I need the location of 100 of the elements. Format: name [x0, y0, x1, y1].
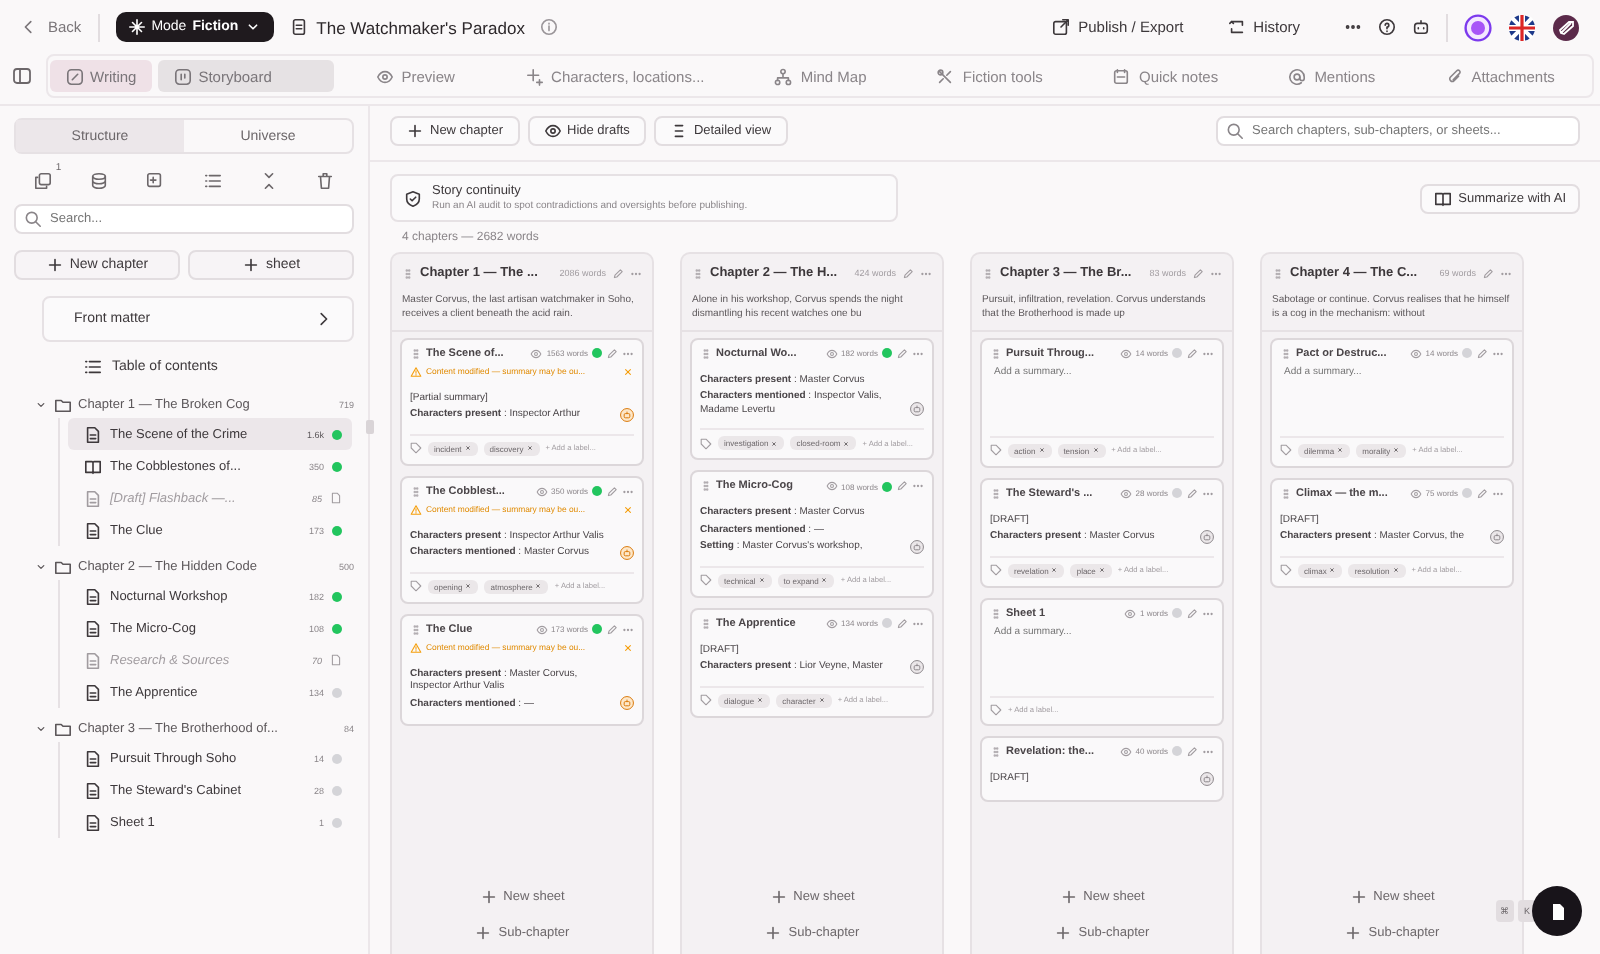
eye-icon[interactable] — [1119, 745, 1132, 757]
copy-icon[interactable] — [33, 172, 52, 190]
trash-icon[interactable] — [316, 172, 335, 190]
list-icon — [84, 358, 102, 376]
book-icon — [1434, 189, 1453, 207]
eye-icon[interactable] — [530, 347, 543, 359]
eye-icon[interactable] — [535, 485, 548, 497]
drag-handle-icon[interactable] — [692, 267, 704, 279]
draft-icon — [330, 492, 342, 504]
pencil-icon[interactable] — [606, 485, 618, 497]
pencil-icon[interactable] — [1482, 267, 1494, 279]
info-icon[interactable] — [540, 18, 559, 36]
drag-handle-icon[interactable] — [402, 267, 414, 279]
sparkle-icon — [127, 18, 146, 36]
tag-icon — [990, 444, 1002, 456]
help-icon[interactable] — [1378, 18, 1396, 36]
new-document-button[interactable] — [1532, 886, 1582, 936]
chevron-icon — [34, 559, 48, 573]
document-icon — [84, 489, 102, 507]
pencil-icon[interactable] — [1186, 745, 1198, 757]
sidebar-toggle-icon[interactable] — [12, 66, 32, 86]
eye-icon[interactable] — [1119, 487, 1132, 499]
resize-handle[interactable] — [366, 420, 374, 434]
pencil-icon[interactable] — [1476, 487, 1488, 499]
tag-icon — [990, 564, 1002, 576]
drag-handle-icon[interactable] — [410, 347, 422, 359]
plus-icon — [406, 122, 424, 140]
close-icon[interactable] — [622, 641, 634, 653]
plus-icon — [45, 256, 64, 274]
shield-icon — [404, 189, 422, 207]
eye-icon[interactable] — [1409, 487, 1422, 499]
avatar-icon[interactable] — [1464, 13, 1492, 41]
eye-icon — [375, 67, 394, 85]
eye-icon[interactable] — [825, 347, 838, 359]
pencil-icon[interactable] — [606, 347, 618, 359]
document-icon — [1547, 901, 1567, 921]
history-icon — [1227, 18, 1246, 36]
pencil-icon[interactable] — [896, 347, 908, 359]
document-icon — [84, 619, 102, 637]
project-title: The Watchmaker's Paradox — [316, 17, 525, 37]
tag-icon — [700, 437, 712, 449]
pencil-icon[interactable] — [902, 267, 914, 279]
eye-icon[interactable] — [1123, 607, 1136, 619]
drag-handle-icon[interactable] — [1280, 347, 1292, 359]
collapse-icon[interactable] — [259, 172, 278, 190]
folder-icon — [54, 719, 72, 737]
list-icon[interactable] — [203, 172, 222, 190]
warning-icon — [410, 641, 422, 653]
document-icon — [84, 683, 102, 701]
pencil-icon[interactable] — [1186, 487, 1198, 499]
close-icon[interactable] — [622, 503, 634, 515]
drag-handle-icon[interactable] — [410, 485, 422, 497]
eye-icon[interactable] — [825, 480, 838, 492]
pencil-icon[interactable] — [606, 623, 618, 635]
drag-handle-icon[interactable] — [1280, 487, 1292, 499]
plus-icon — [769, 888, 788, 906]
drag-handle-icon[interactable] — [700, 480, 712, 492]
eye-icon[interactable] — [535, 623, 548, 635]
drag-handle-icon[interactable] — [700, 347, 712, 359]
pen-icon — [66, 67, 84, 85]
drag-handle-icon[interactable] — [410, 623, 422, 635]
pencil-icon[interactable] — [1186, 347, 1198, 359]
plus-icon — [1344, 924, 1363, 942]
image-add-icon[interactable] — [146, 172, 165, 190]
tag-icon — [700, 574, 712, 586]
database-icon[interactable] — [89, 172, 108, 190]
document-icon — [84, 781, 102, 799]
warning-icon — [410, 503, 422, 515]
pencil-icon[interactable] — [1186, 607, 1198, 619]
chevron-right-icon — [314, 310, 332, 328]
robot-icon[interactable] — [1412, 18, 1430, 36]
pencil-icon[interactable] — [896, 480, 908, 492]
eye-icon[interactable] — [1409, 347, 1422, 359]
drag-handle-icon[interactable] — [700, 617, 712, 629]
pencil-icon[interactable] — [1476, 347, 1488, 359]
at-sign-icon — [1288, 67, 1307, 85]
drag-handle-icon[interactable] — [990, 487, 1002, 499]
drag-handle-icon[interactable] — [990, 607, 1002, 619]
eye-icon — [543, 122, 561, 140]
eye-icon[interactable] — [1119, 347, 1132, 359]
close-icon[interactable] — [622, 365, 634, 377]
plus-icon — [241, 256, 260, 274]
plus-icon — [1054, 924, 1073, 942]
pencil-icon[interactable] — [896, 617, 908, 629]
pencil-icon[interactable] — [1192, 267, 1204, 279]
plus-icon — [1349, 888, 1368, 906]
tag-icon — [410, 580, 422, 592]
eye-icon[interactable] — [825, 617, 838, 629]
drag-handle-icon[interactable] — [1272, 267, 1284, 279]
tag-icon — [1280, 444, 1292, 456]
drag-handle-icon[interactable] — [990, 347, 1002, 359]
document-icon — [84, 425, 102, 443]
drag-handle-icon[interactable] — [982, 267, 994, 279]
list-icon — [669, 122, 688, 140]
pencil-icon[interactable] — [612, 267, 624, 279]
folder-icon — [54, 395, 72, 413]
note-icon — [1112, 67, 1131, 85]
drag-handle-icon[interactable] — [990, 745, 1002, 757]
flag-icon[interactable] — [1508, 13, 1536, 41]
tag-icon — [990, 703, 1002, 715]
